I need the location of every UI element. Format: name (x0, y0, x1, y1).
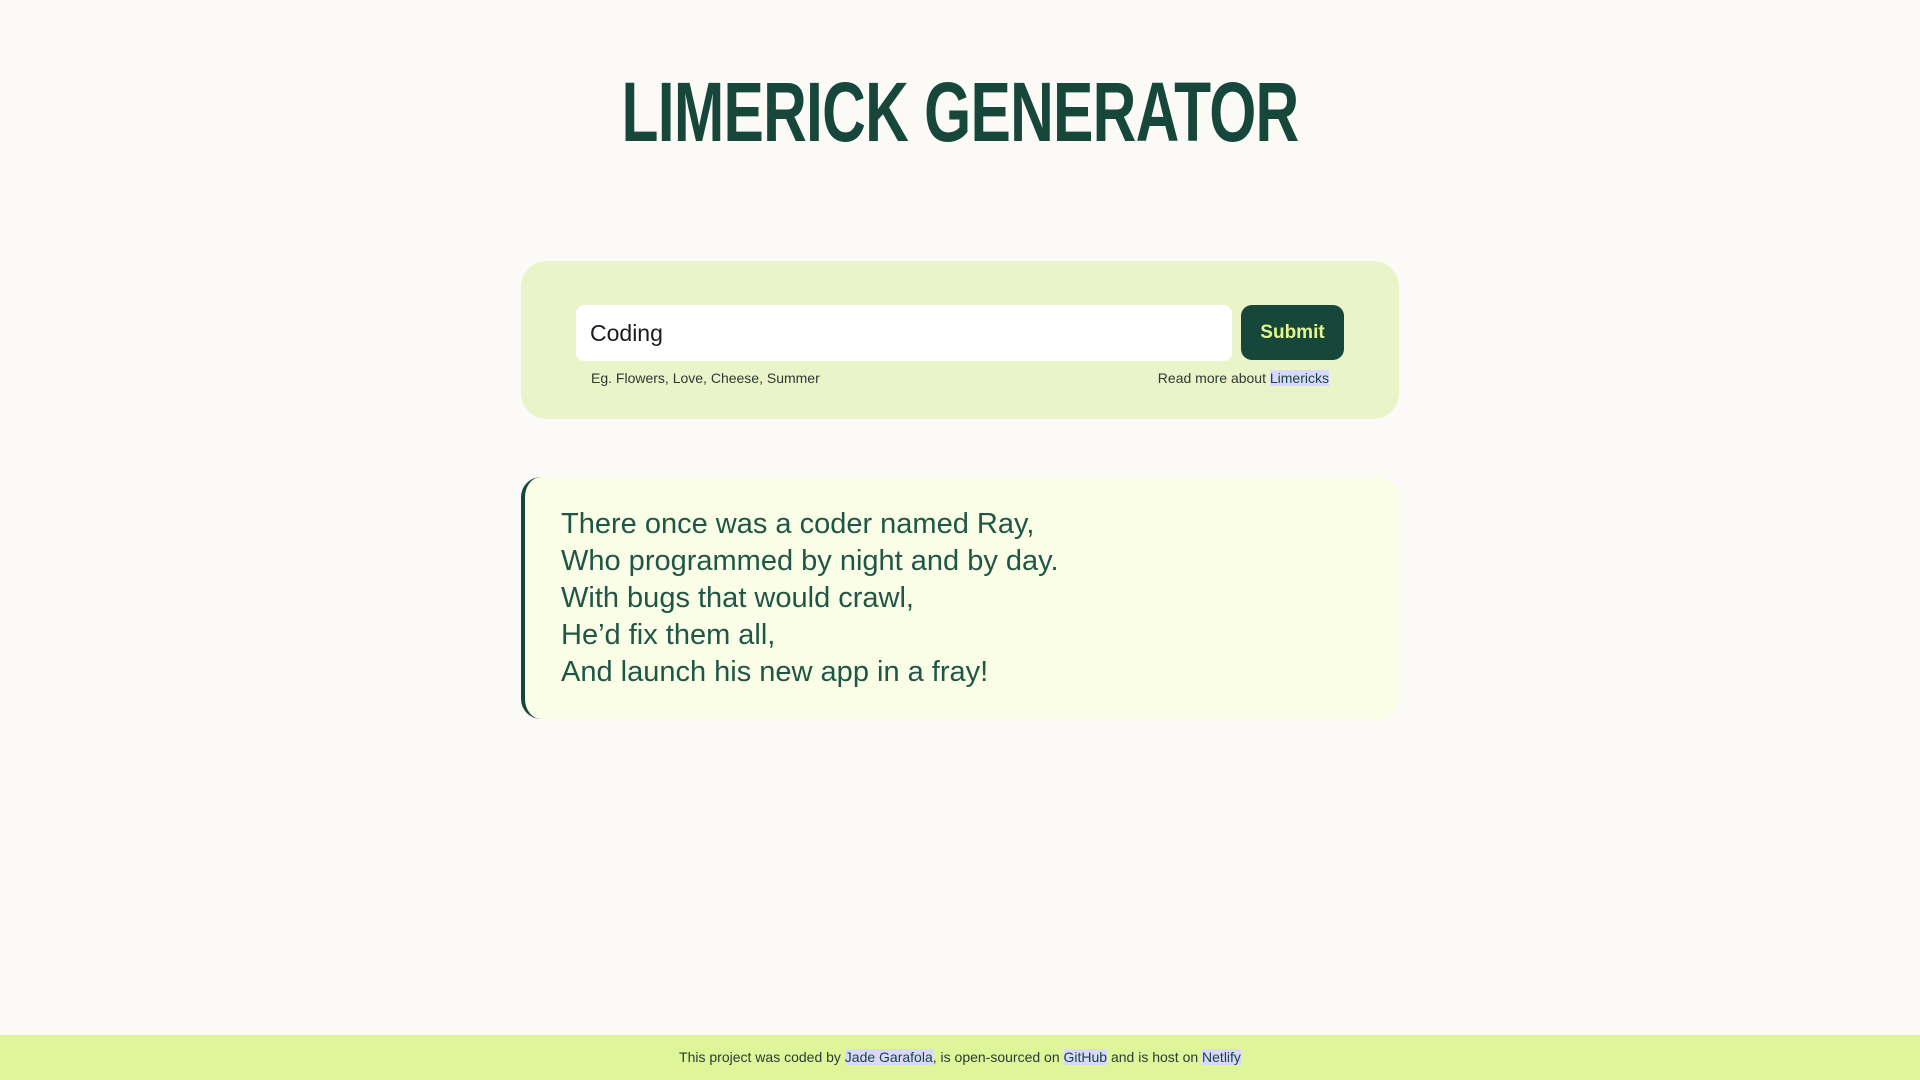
poem-line: And launch his new app in a fray! (561, 656, 989, 688)
footer-text: and is host on (1110, 1049, 1199, 1065)
topic-input[interactable] (576, 305, 1232, 361)
input-hint: Eg. Flowers, Love, Cheese, Summer (591, 370, 820, 386)
page-title: LIMERICK GENERATOR (621, 65, 1300, 159)
poem-output: There once was a coder named Ray, Who pr… (521, 477, 1399, 719)
poem-line: There once was a coder named Ray, (561, 508, 1035, 540)
page: LIMERICK GENERATOR Submit Eg. Flowers, L… (0, 0, 1920, 1080)
footer-text: This project was coded by (679, 1049, 841, 1065)
limericks-link[interactable]: Limericks (1269, 370, 1329, 386)
poem-line: Who programmed by night and by day. (561, 545, 1059, 577)
read-more-label: Read more about (1157, 370, 1266, 386)
read-more-text: Read more about Limericks (1158, 370, 1329, 386)
submit-button[interactable]: Submit (1241, 305, 1344, 360)
netlify-link[interactable]: Netlify (1202, 1049, 1241, 1065)
search-form: Submit Eg. Flowers, Love, Cheese, Summer… (521, 261, 1399, 419)
poem-line: He’d fix them all, (561, 619, 776, 651)
github-link[interactable]: GitHub (1063, 1049, 1108, 1065)
author-link[interactable]: Jade Garafola (844, 1049, 933, 1065)
footer-text: , is open-sourced on (932, 1049, 1060, 1065)
poem-line: With bugs that would crawl, (561, 582, 914, 614)
footer: This project was coded by Jade Garafola,… (0, 1035, 1920, 1080)
